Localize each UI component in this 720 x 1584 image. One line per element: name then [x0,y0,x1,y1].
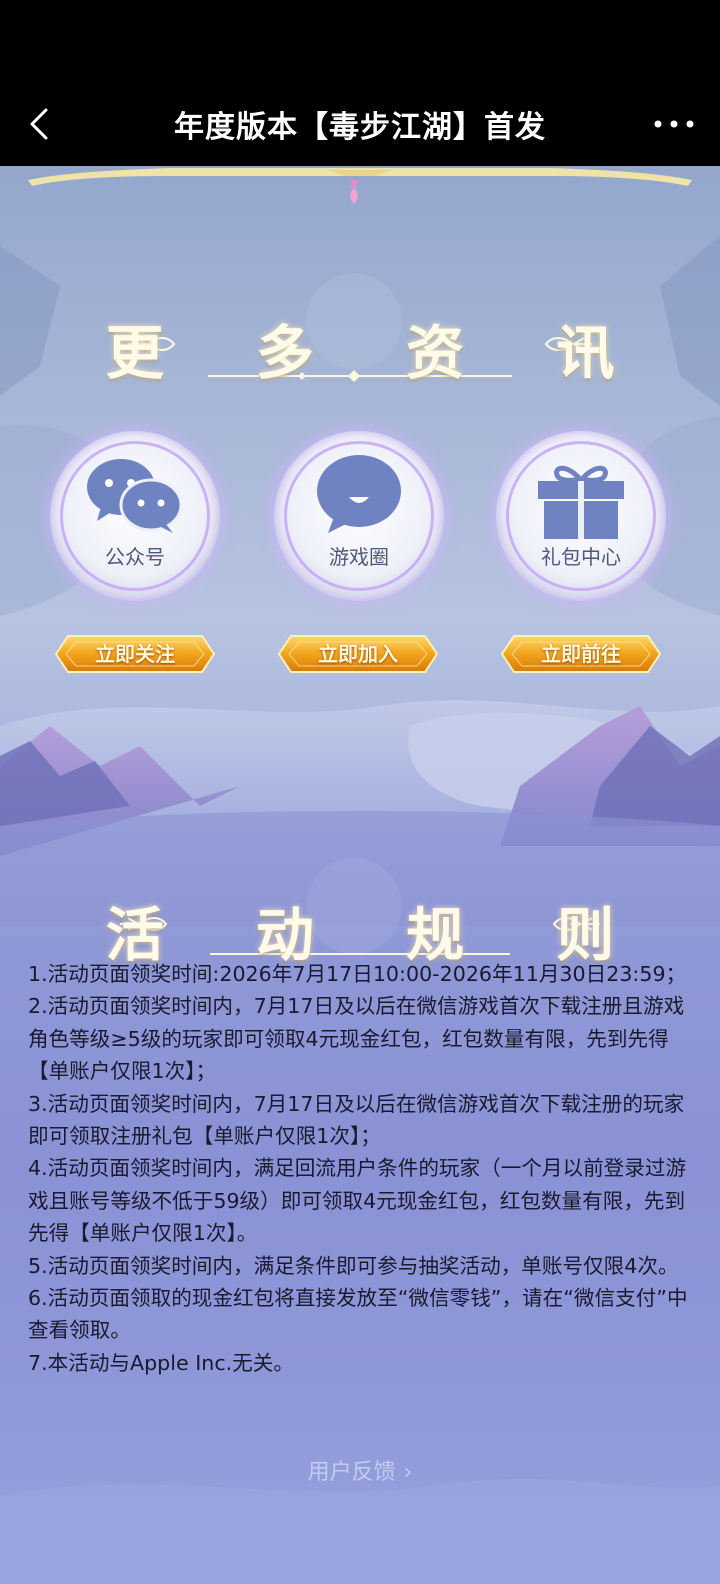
follow-now-button[interactable]: 立即关注 [54,634,216,674]
card-gift-center[interactable]: 礼包中心 [496,431,666,601]
rule-item: 1.活动页面领奖时间:2026年7月17日10:00-2026年11月30日23… [28,962,687,986]
activity-page: 更 多 资 讯 公众号 游戏圈 礼包中心 立即关注 立即加入 立即前往 活 动 … [0,166,720,1584]
gift-icon [538,465,624,539]
rule-item: 2.活动页面领奖时间内，7月17日及以后在微信游戏首次下载注册且游戏角色等级≥5… [28,994,685,1084]
button-label: 立即前往 [541,642,621,666]
chat-bubble-icon [317,455,401,533]
status-bar [0,0,720,82]
button-label: 立即关注 [95,642,175,666]
card-label: 游戏圈 [329,545,389,569]
top-frame-ornament [28,168,692,204]
join-now-button[interactable]: 立即加入 [277,634,439,674]
rule-item: 3.活动页面领奖时间内，7月17日及以后在微信游戏首次下载注册的玩家即可领取注册… [28,1091,685,1149]
chevron-right-icon: › [403,1460,413,1485]
card-label: 公众号 [105,545,165,569]
rule-item: 5.活动页面领奖时间内，满足条件即可参与抽奖活动，单账号仅限4次。 [28,1253,679,1278]
page-title: 年度版本【毒步江湖】首发 [174,110,546,145]
section-title-more-info: 更 多 资 讯 [105,319,651,387]
wechat-icon [87,459,183,533]
button-label: 立即加入 [318,642,398,666]
card-game-circle[interactable]: 游戏圈 [274,431,444,601]
more-dots-icon[interactable] [646,104,702,144]
feedback-label: 用户反馈 [307,1460,396,1485]
rule-item: 6.活动页面领取的现金红包将直接发放至“微信零钱”，请在“微信支付”中查看领取。 [28,1286,688,1343]
go-now-button[interactable]: 立即前往 [500,634,662,674]
nav-bar: 年度版本【毒步江湖】首发 [0,82,720,166]
card-official-account[interactable]: 公众号 [50,431,220,601]
rule-item: 4.活动页面领奖时间内，满足回流用户条件的玩家（一个月以前登录过游戏且账号等级不… [28,1156,687,1246]
user-feedback-link[interactable]: 用户反馈 › [0,1454,720,1486]
chevron-left-icon[interactable] [22,104,62,144]
card-label: 礼包中心 [541,545,621,569]
rules-list: 1.活动页面领奖时间:2026年7月17日10:00-2026年11月30日23… [28,958,692,1379]
rule-item: 7.本活动与Apple Inc.无关。 [28,1350,294,1375]
